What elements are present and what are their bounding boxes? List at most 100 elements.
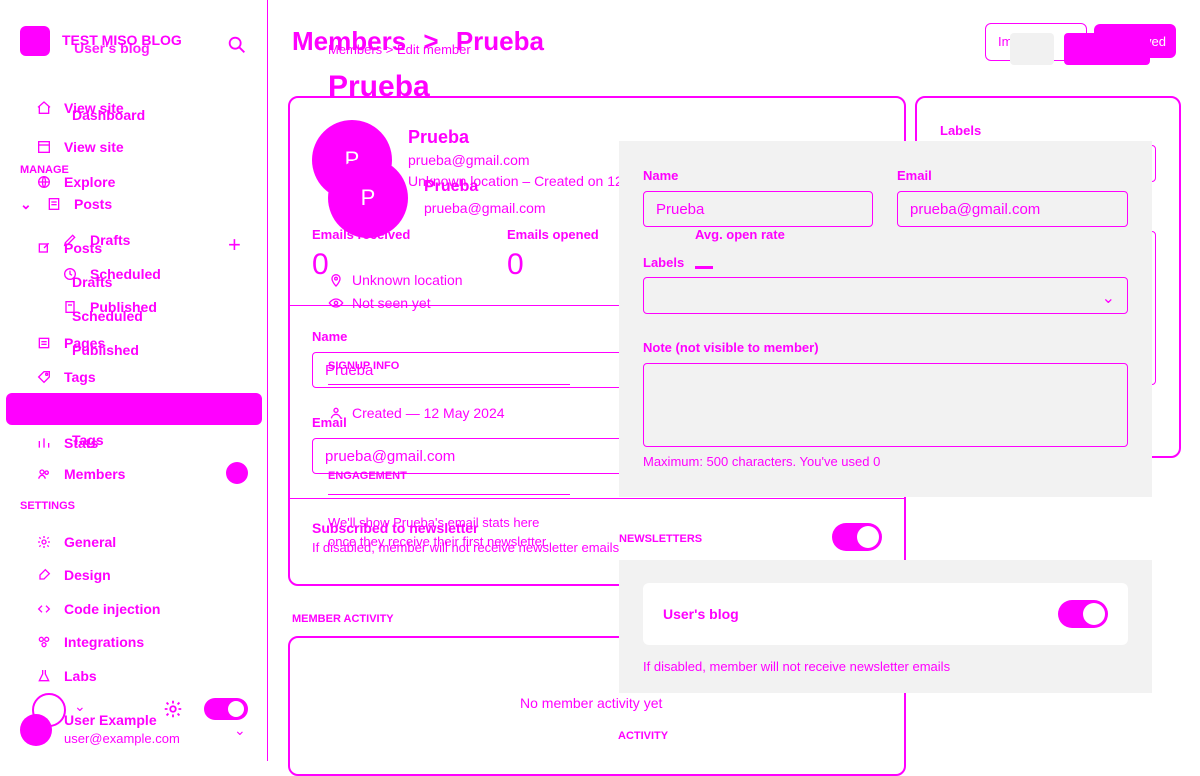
emails-received-label: Emails received [312,227,411,242]
nav-label: Explore [64,174,116,190]
nav-members[interactable]: Members [0,462,125,486]
site-logo [20,26,50,56]
engagement-divider [328,494,570,495]
labels-label-right: Labels [940,123,982,138]
member-activity-label: MEMBER ACTIVITY [292,613,394,625]
brush-icon [36,567,52,583]
nav-dashboard[interactable]: Dashboard [0,103,145,127]
engagement-label: ENGAGEMENT [328,470,407,482]
settings-labs[interactable]: Labs [0,664,97,688]
nav-label: Published [72,342,139,358]
breadcrumb-small[interactable]: Members > Edit member [328,42,471,57]
settings-label: SETTINGS [20,500,76,512]
nav-tags-2[interactable]: Tags [0,428,104,452]
members-icon [36,466,52,482]
user-avatar[interactable] [20,714,52,746]
theme-toggle[interactable] [204,698,248,720]
nav-label: Scheduled [72,308,143,324]
name-label: Name [312,329,348,344]
nav-label: Dashboard [72,107,146,123]
add-post-button[interactable]: + [228,232,241,258]
user-email: user@example.com [64,731,180,746]
integrations-icon [36,634,52,650]
signup-divider [328,384,570,385]
chevron-down-icon: ⌄ [1101,290,1115,307]
eye-icon [328,295,344,311]
overlay-note-help: Maximum: 500 characters. You've used 0 [643,454,881,469]
avg-open-rate-bar [695,266,713,269]
member-divider-2 [290,498,905,499]
overlay-note-label: Note (not visible to member) [643,340,819,355]
site-subtitle: User's blog [74,40,150,56]
overlay-email-input[interactable]: prueba@gmail.com [897,191,1128,227]
nav-label: View site [64,139,124,155]
seen-row: Not seen yet [328,295,431,311]
settings-general[interactable]: General [0,530,116,554]
emails-received-value: 0 [312,248,329,281]
nav-label: Tags [72,432,104,448]
member-email: prueba@gmail.com [408,152,530,168]
more-button[interactable] [1064,33,1150,65]
code-icon [36,601,52,617]
nav-explore[interactable]: Explore [0,170,115,194]
activity-empty: No member activity yet [520,695,663,711]
settings-gear-icon[interactable] [162,698,184,720]
emails-opened-value: 0 [507,248,524,281]
settings-integrations[interactable]: Integrations [0,630,144,654]
nav-posts-sub[interactable]: Posts [0,236,102,260]
user-chevron-icon[interactable]: ⌄ [234,722,246,739]
emails-opened-label: Emails opened [507,227,599,242]
tag-icon [36,369,52,385]
newsletters-help: If disabled, member will not receive new… [643,659,951,674]
overlay-note-textarea[interactable] [643,363,1128,447]
nav-active-highlight [6,393,262,425]
member-name-2: Prueba [424,178,479,195]
overlay-labels-label: Labels [643,255,685,270]
overlay-name-input[interactable]: Prueba [643,191,873,227]
nav-label: Code injection [64,601,161,617]
created-row: Created — 12 May 2024 [328,405,505,421]
nav-tags[interactable]: Tags [0,365,96,389]
nav-label: Drafts [72,274,113,290]
newsletter-help: If disabled, member will not receive new… [312,540,620,555]
members-dot [226,462,248,484]
chevron-down-icon: ⌄ [20,195,32,212]
window-icon [36,139,52,155]
search-icon[interactable] [226,34,248,56]
email-label: Email [312,415,347,430]
actions-gray-block [1010,33,1054,65]
nav-view-site-2[interactable]: View site [0,135,124,159]
overlay-name-label: Name [643,168,679,183]
nav-label: Integrations [64,634,145,650]
activity-label: ACTIVITY [618,730,669,742]
member-avatar-2: P [328,158,408,238]
member-email-2: prueba@gmail.com [424,200,546,216]
newsletters-title: NEWSLETTERS [619,533,703,545]
avg-open-rate-label: Avg. open rate [695,227,785,242]
posts-icon [46,196,62,212]
globe-icon [36,174,52,190]
gear-icon [36,534,52,550]
nav-posts[interactable]: ⌄ Posts [0,192,112,216]
overlay-email-label: Email [897,168,932,183]
nav-scheduled-2[interactable]: Scheduled [0,304,143,328]
nav-published-2[interactable]: Published [0,338,139,362]
overlay-labels-select[interactable]: ⌄ [643,277,1128,314]
newsletter-item-label: User's blog [663,606,739,622]
member-name: Prueba [408,127,470,147]
nav-label: Design [64,567,111,583]
flask-icon [36,668,52,684]
settings-code-injection[interactable]: Code injection [0,597,160,621]
location-row: Unknown location [328,272,463,288]
edit-icon [36,240,52,256]
nav-label: Labs [64,668,97,684]
newsletter-item-toggle[interactable] [1058,600,1108,628]
settings-design[interactable]: Design [0,563,111,587]
nav-label: Posts [64,240,103,256]
nav-label: Posts [74,196,113,212]
nav-label: Members [64,466,126,482]
newsletter-toggle[interactable] [832,523,882,551]
signup-info-label: SIGNUP INFO [328,360,400,372]
user-name: User Example [64,712,157,728]
nav-drafts-2[interactable]: Drafts [0,270,112,294]
